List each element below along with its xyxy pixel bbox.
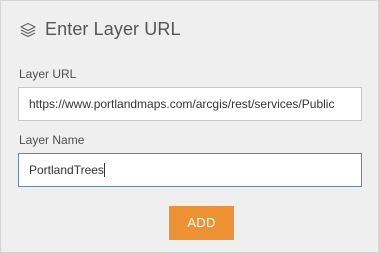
panel-header: Enter Layer URL xyxy=(19,19,181,40)
panel-title: Enter Layer URL xyxy=(45,19,181,39)
text-caret xyxy=(103,162,105,177)
layer-url-input[interactable]: https://www.portlandmaps.com/arcgis/rest… xyxy=(18,87,362,121)
layer-name-input[interactable]: PortlandTrees xyxy=(18,153,362,187)
layers-icon xyxy=(19,21,37,39)
add-button[interactable]: ADD xyxy=(169,206,234,240)
layer-url-label: Layer URL xyxy=(19,67,77,81)
layer-url-value: https://www.portlandmaps.com/arcgis/rest… xyxy=(29,97,335,111)
enter-layer-url-panel: Enter Layer URL Layer URL https://www.po… xyxy=(0,0,379,253)
layer-name-value: PortlandTrees xyxy=(29,163,104,177)
layer-name-label: Layer Name xyxy=(19,133,85,147)
